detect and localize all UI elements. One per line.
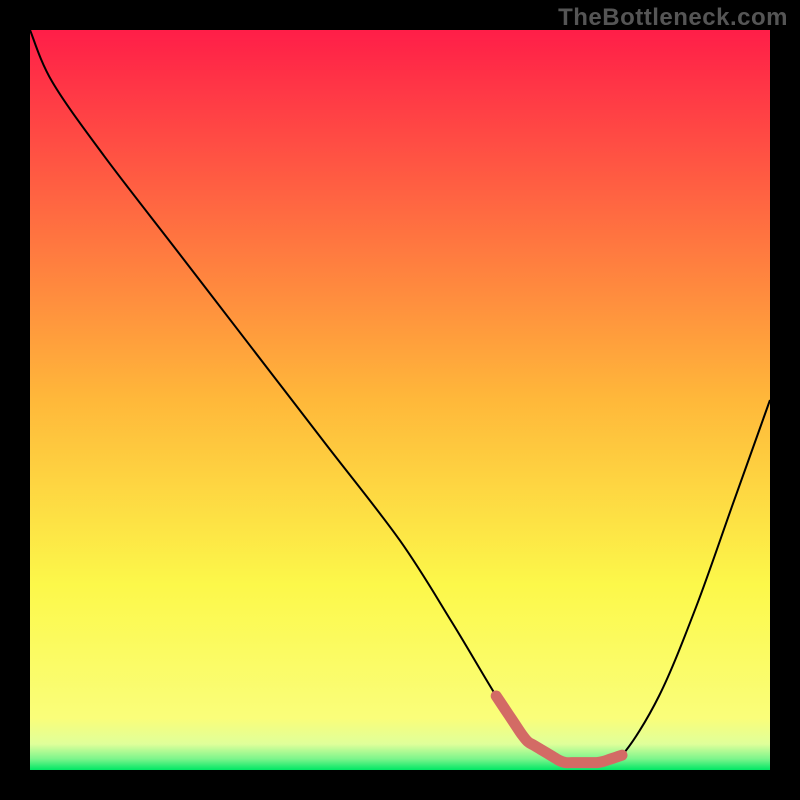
watermark-text: TheBottleneck.com bbox=[558, 4, 788, 32]
plot-area bbox=[30, 30, 770, 770]
chart-container: TheBottleneck.com bbox=[0, 0, 800, 800]
chart-svg bbox=[30, 30, 770, 770]
gradient-background bbox=[30, 30, 770, 770]
